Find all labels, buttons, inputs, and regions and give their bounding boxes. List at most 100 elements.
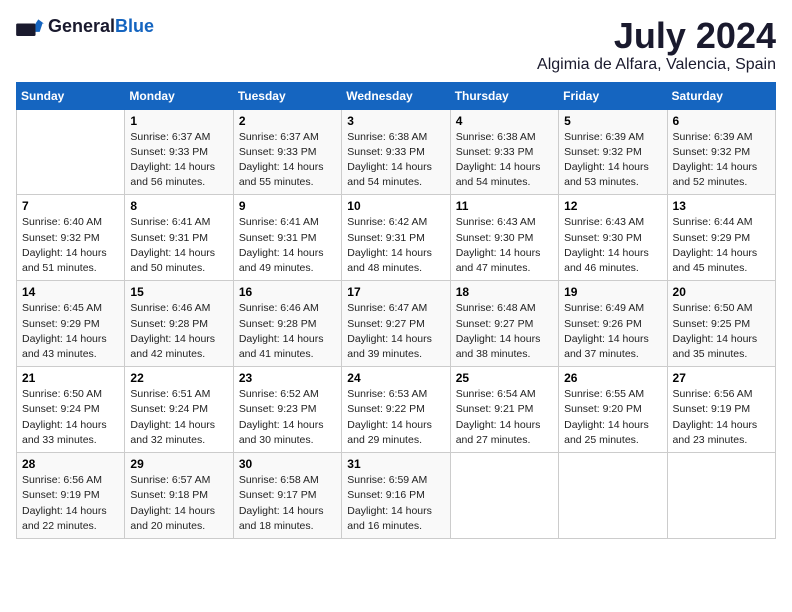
title-area: July 2024 Algimia de Alfara, Valencia, S… [537,16,776,74]
day-number: 23 [239,371,336,385]
day-cell: 18 Sunrise: 6:48 AM Sunset: 9:27 PM Dayli… [450,281,558,367]
day-number: 17 [347,285,444,299]
day-cell: 9Sunrise: 6:41 AM Sunset: 9:31 PM Daylig… [233,195,341,281]
logo-general: General [48,16,115,36]
day-cell: 15 Sunrise: 6:46 AM Sunset: 9:28 PM Dayli… [125,281,233,367]
day-number: 2 [239,114,336,128]
day-number: 29 [130,457,227,471]
day-detail: Sunrise: 6:46 AM Sunset: 9:28 PM Dayligh… [239,301,336,362]
week-row-2: 7 Sunrise: 6:40 AM Sunset: 9:32 PM Daylig… [17,195,776,281]
weekday-header-row: SundayMondayTuesdayWednesdayThursdayFrid… [17,82,776,109]
header: GeneralBlue July 2024 Algimia de Alfara,… [16,16,776,74]
day-number: 24 [347,371,444,385]
week-row-1: 1Sunrise: 6:37 AM Sunset: 9:33 PM Daylig… [17,109,776,195]
day-detail: Sunrise: 6:43 AM Sunset: 9:30 PM Dayligh… [456,215,553,276]
day-number: 27 [673,371,770,385]
weekday-header-monday: Monday [125,82,233,109]
day-detail: Sunrise: 6:45 AM Sunset: 9:29 PM Dayligh… [22,301,119,362]
day-detail: Sunrise: 6:56 AM Sunset: 9:19 PM Dayligh… [22,473,119,534]
day-cell: 19Sunrise: 6:49 AM Sunset: 9:26 PM Dayli… [559,281,667,367]
day-cell: 11 Sunrise: 6:43 AM Sunset: 9:30 PM Dayli… [450,195,558,281]
day-number: 21 [22,371,119,385]
day-number: 14 [22,285,119,299]
weekday-header-sunday: Sunday [17,82,125,109]
day-detail: Sunrise: 6:44 AM Sunset: 9:29 PM Dayligh… [673,215,770,276]
calendar-subtitle: Algimia de Alfara, Valencia, Spain [537,56,776,74]
weekday-header-thursday: Thursday [450,82,558,109]
day-detail: Sunrise: 6:58 AM Sunset: 9:17 PM Dayligh… [239,473,336,534]
day-cell: 6 Sunrise: 6:39 AM Sunset: 9:32 PM Daylig… [667,109,775,195]
day-cell: 26Sunrise: 6:55 AM Sunset: 9:20 PM Dayli… [559,367,667,453]
day-detail: Sunrise: 6:59 AM Sunset: 9:16 PM Dayligh… [347,473,444,534]
day-number: 31 [347,457,444,471]
weekday-header-saturday: Saturday [667,82,775,109]
day-number: 10 [347,199,444,213]
day-detail: Sunrise: 6:56 AM Sunset: 9:19 PM Dayligh… [673,387,770,448]
day-cell: 25 Sunrise: 6:54 AM Sunset: 9:21 PM Dayli… [450,367,558,453]
day-cell: 29 Sunrise: 6:57 AM Sunset: 9:18 PM Dayli… [125,453,233,539]
day-number: 7 [22,199,119,213]
day-detail: Sunrise: 6:37 AM Sunset: 9:33 PM Dayligh… [130,130,227,191]
weekday-header-friday: Friday [559,82,667,109]
logo-graphic [16,18,44,36]
day-detail: Sunrise: 6:43 AM Sunset: 9:30 PM Dayligh… [564,215,661,276]
weekday-header-tuesday: Tuesday [233,82,341,109]
day-number: 5 [564,114,661,128]
day-detail: Sunrise: 6:50 AM Sunset: 9:24 PM Dayligh… [22,387,119,448]
calendar-table: SundayMondayTuesdayWednesdayThursdayFrid… [16,82,776,539]
week-row-4: 21 Sunrise: 6:50 AM Sunset: 9:24 PM Dayli… [17,367,776,453]
day-detail: Sunrise: 6:41 AM Sunset: 9:31 PM Dayligh… [239,215,336,276]
day-number: 22 [130,371,227,385]
day-detail: Sunrise: 6:52 AM Sunset: 9:23 PM Dayligh… [239,387,336,448]
day-number: 28 [22,457,119,471]
day-detail: Sunrise: 6:46 AM Sunset: 9:28 PM Dayligh… [130,301,227,362]
day-number: 18 [456,285,553,299]
day-number: 6 [673,114,770,128]
logo-blue: Blue [115,16,154,36]
day-detail: Sunrise: 6:49 AM Sunset: 9:26 PM Dayligh… [564,301,661,362]
day-cell: 8 Sunrise: 6:41 AM Sunset: 9:31 PM Daylig… [125,195,233,281]
day-number: 15 [130,285,227,299]
day-detail: Sunrise: 6:39 AM Sunset: 9:32 PM Dayligh… [564,130,661,191]
day-cell: 4Sunrise: 6:38 AM Sunset: 9:33 PM Daylig… [450,109,558,195]
logo: GeneralBlue [16,16,154,37]
day-cell: 20 Sunrise: 6:50 AM Sunset: 9:25 PM Dayli… [667,281,775,367]
day-number: 4 [456,114,553,128]
day-number: 16 [239,285,336,299]
day-detail: Sunrise: 6:54 AM Sunset: 9:21 PM Dayligh… [456,387,553,448]
day-detail: Sunrise: 6:57 AM Sunset: 9:18 PM Dayligh… [130,473,227,534]
day-number: 8 [130,199,227,213]
day-cell: 14 Sunrise: 6:45 AM Sunset: 9:29 PM Dayli… [17,281,125,367]
day-detail: Sunrise: 6:50 AM Sunset: 9:25 PM Dayligh… [673,301,770,362]
day-number: 20 [673,285,770,299]
day-detail: Sunrise: 6:42 AM Sunset: 9:31 PM Dayligh… [347,215,444,276]
day-cell [559,453,667,539]
day-number: 13 [673,199,770,213]
day-detail: Sunrise: 6:55 AM Sunset: 9:20 PM Dayligh… [564,387,661,448]
day-cell: 7 Sunrise: 6:40 AM Sunset: 9:32 PM Daylig… [17,195,125,281]
day-cell: 16 Sunrise: 6:46 AM Sunset: 9:28 PM Dayli… [233,281,341,367]
day-number: 3 [347,114,444,128]
day-cell: 13 Sunrise: 6:44 AM Sunset: 9:29 PM Dayli… [667,195,775,281]
day-cell: 12Sunrise: 6:43 AM Sunset: 9:30 PM Dayli… [559,195,667,281]
day-cell: 31 Sunrise: 6:59 AM Sunset: 9:16 PM Dayli… [342,453,450,539]
day-cell: 10 Sunrise: 6:42 AM Sunset: 9:31 PM Dayli… [342,195,450,281]
day-detail: Sunrise: 6:38 AM Sunset: 9:33 PM Dayligh… [347,130,444,191]
week-row-3: 14 Sunrise: 6:45 AM Sunset: 9:29 PM Dayli… [17,281,776,367]
day-cell: 22Sunrise: 6:51 AM Sunset: 9:24 PM Dayli… [125,367,233,453]
day-cell: 30 Sunrise: 6:58 AM Sunset: 9:17 PM Dayli… [233,453,341,539]
day-detail: Sunrise: 6:47 AM Sunset: 9:27 PM Dayligh… [347,301,444,362]
day-detail: Sunrise: 6:39 AM Sunset: 9:32 PM Dayligh… [673,130,770,191]
day-cell: 17 Sunrise: 6:47 AM Sunset: 9:27 PM Dayli… [342,281,450,367]
day-number: 30 [239,457,336,471]
day-number: 11 [456,199,553,213]
day-cell [450,453,558,539]
day-cell: 23 Sunrise: 6:52 AM Sunset: 9:23 PM Dayli… [233,367,341,453]
day-cell [17,109,125,195]
day-number: 25 [456,371,553,385]
day-detail: Sunrise: 6:48 AM Sunset: 9:27 PM Dayligh… [456,301,553,362]
day-detail: Sunrise: 6:40 AM Sunset: 9:32 PM Dayligh… [22,215,119,276]
day-cell: 2Sunrise: 6:37 AM Sunset: 9:33 PM Daylig… [233,109,341,195]
day-cell [667,453,775,539]
day-detail: Sunrise: 6:41 AM Sunset: 9:31 PM Dayligh… [130,215,227,276]
